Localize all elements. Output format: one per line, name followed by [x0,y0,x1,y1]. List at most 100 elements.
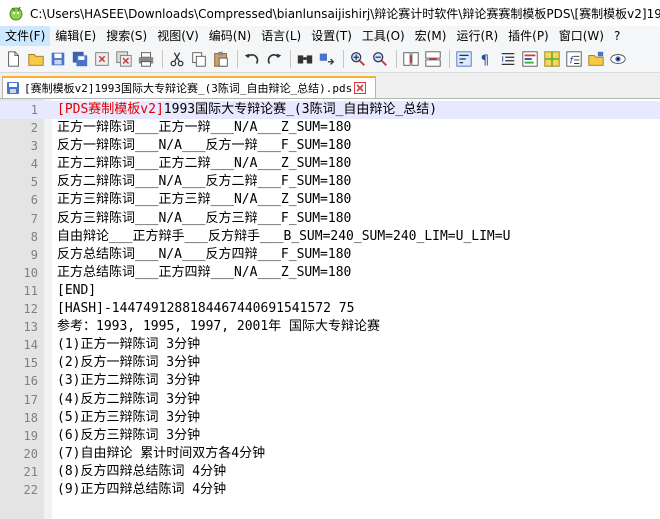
print-icon [138,52,154,67]
menu-item-1[interactable]: 编辑(E) [50,26,101,46]
line-text: (4)反方二辩陈词 3分钟 [57,391,200,409]
word-wrap-icon [456,51,472,67]
menu-item-2[interactable]: 搜索(S) [101,26,152,46]
line-text: 参考：1993, 1995, 1997, 2001年 国际大专辩论赛 [57,318,380,336]
editor-line[interactable]: 10 正方总结陈词___正方四辩___N/A___Z_SUM=180 [0,264,660,282]
close-button[interactable] [92,49,112,69]
line-number: 17 [23,392,38,407]
svg-text:¶: ¶ [481,52,490,68]
menu-item-5[interactable]: 语言(L) [256,26,306,46]
print-button[interactable] [136,49,156,69]
zoom-in-icon [351,52,366,67]
copy-button[interactable] [189,49,209,69]
menu-item-10[interactable]: 插件(P) [503,26,554,46]
doc-map-button[interactable] [542,49,562,69]
replace-button[interactable] [317,49,337,69]
menu-item-0[interactable]: 文件(F) [0,26,51,46]
editor-line[interactable]: 14 (1)正方一辩陈词 3分钟 [0,336,660,354]
line-text: (5)正方三辩陈词 3分钟 [57,409,200,427]
zoom-out-button[interactable] [370,49,390,69]
zoom-out-icon [373,52,388,67]
redo-icon [267,53,282,64]
editor-line[interactable]: 15 (2)反方一辩陈词 3分钟 [0,354,660,372]
line-number: 20 [23,446,38,461]
save-all-button[interactable] [70,49,90,69]
line-number: 3 [30,139,38,154]
line-number: 11 [23,283,38,298]
menu-item-8[interactable]: 宏(M) [410,26,452,46]
doc-map-icon [544,51,560,67]
editor-line[interactable]: 18 (5)正方三辩陈词 3分钟 [0,409,660,427]
line-number: 22 [23,482,38,497]
editor-line[interactable]: 12 [HASH]-1447491288184467440691541572 75 [0,300,660,318]
editor-line[interactable]: 5 反方二辩陈词___N/A___反方二辩___F_SUM=180 [0,173,660,191]
editor-area[interactable]: 1 [PDS赛制模板v2]1993国际大专辩论赛_(3陈词_自由辩论_总结) 2 正方… [0,98,660,519]
line-content: (8)反方四辩总结陈词 4分钟 [57,463,227,479]
save-icon [51,52,65,66]
zoom-in-button[interactable] [348,49,368,69]
line-number: 9 [30,247,38,262]
editor-line[interactable]: 22 (9)正方四辩总结陈词 4分钟 [0,481,660,499]
line-number: 5 [30,175,38,190]
menu-item-4[interactable]: 编码(N) [204,26,256,46]
new-file-button[interactable] [4,49,24,69]
replace-icon [319,53,335,65]
editor-line[interactable]: 6 正方三辩陈词___正方三辩___N/A___Z_SUM=180 [0,191,660,209]
function-list-button[interactable]: f [564,49,584,69]
editor-line[interactable]: 16 (3)正方二辩陈词 3分钟 [0,372,660,390]
menu-item-9[interactable]: 运行(R) [451,26,503,46]
toolbar-separator-3 [343,50,344,68]
menu-item-11[interactable]: 窗口(W) [554,26,609,46]
save-button[interactable] [48,49,68,69]
close-all-button[interactable] [114,49,134,69]
new-file-icon [8,51,19,67]
undo-button[interactable] [242,49,262,69]
sync-vertical-icon [403,52,419,66]
editor-line[interactable]: 21 (8)反方四辩总结陈词 4分钟 [0,463,660,481]
redo-button[interactable] [264,49,284,69]
menu-item-12[interactable]: ? [609,26,625,46]
editor-line[interactable]: 11 [END] [0,282,660,300]
editor-line[interactable]: 19 (6)反方三辩陈词 3分钟 [0,427,660,445]
sync-vertical-button[interactable] [401,49,421,69]
line-number: 4 [30,157,38,172]
folder-workspace-button[interactable] [586,49,606,69]
menu-item-6[interactable]: 设置(T) [306,26,357,46]
word-wrap-button[interactable] [454,49,474,69]
editor-line[interactable]: 17 (4)反方二辩陈词 3分钟 [0,391,660,409]
line-number: 1 [30,103,38,117]
line-number: 16 [23,374,38,389]
text-lines: 1 [PDS赛制模板v2]1993国际大专辩论赛_(3陈词_自由辩论_总结) 2 正方… [0,101,660,499]
find-button[interactable] [295,49,315,69]
editor-line[interactable]: 8 自由辩论___正方辩手___反方辩手___B_SUM=240_SUM=240_… [0,228,660,246]
editor-line[interactable]: 13 参考：1993, 1995, 1997, 2001年 国际大专辩论赛 [0,318,660,336]
editor-line[interactable]: 9 反方总结陈词___N/A___反方四辩___F_SUM=180 [0,246,660,264]
editor-line[interactable]: 4 正方二辩陈词___正方二辩___N/A___Z_SUM=180 [0,155,660,173]
line-text: [END] [57,282,96,300]
indent-guide-button[interactable] [498,49,518,69]
toolbar-separator-1 [237,50,238,68]
line-text: (6)反方三辩陈词 3分钟 [57,427,200,445]
editor-line[interactable]: 1 [PDS赛制模板v2]1993国际大专辩论赛_(3陈词_自由辩论_总结) [0,101,660,120]
cut-button[interactable] [167,49,187,69]
line-number: 14 [23,338,38,353]
editor-line[interactable]: 7 反方三辩陈词___N/A___反方三辩___F_SUM=180 [0,210,660,228]
line-text: (8)反方四辩总结陈词 4分钟 [57,463,226,481]
menu-item-3[interactable]: 视图(V) [152,26,204,46]
editor-line[interactable]: 20 (7)自由辩论 累计时间双方各4分钟 [0,445,660,463]
tab-close-icon[interactable] [354,82,367,94]
tab-active-document[interactable]: [赛制模板v2]1993国际大专辩论赛_(3陈词_自由辩论_总结).pds [2,76,376,98]
editor-line[interactable]: 3 反方一辩陈词___N/A___反方一辩___F_SUM=180 [0,137,660,155]
editor-line[interactable]: 2 正方一辩陈词___正方一辩___N/A___Z_SUM=180 [0,119,660,137]
open-file-button[interactable] [26,49,46,69]
show-all-chars-button[interactable]: ¶ [476,49,496,69]
language-button[interactable] [520,49,540,69]
save-status-icon [7,82,19,94]
paste-button[interactable] [211,49,231,69]
sync-horizontal-button[interactable] [423,49,443,69]
line-text: 正方二辩陈词___正方二辩___N/A___Z_SUM=180 [57,155,351,173]
line-text: (7)自由辩论 累计时间双方各4分钟 [57,445,265,463]
tab-label: [赛制模板v2]1993国际大专辩论赛_(3陈词_自由辩论_总结).pds [24,82,353,95]
menu-item-7[interactable]: 工具(O) [357,26,410,46]
monitor-button[interactable] [608,49,628,69]
